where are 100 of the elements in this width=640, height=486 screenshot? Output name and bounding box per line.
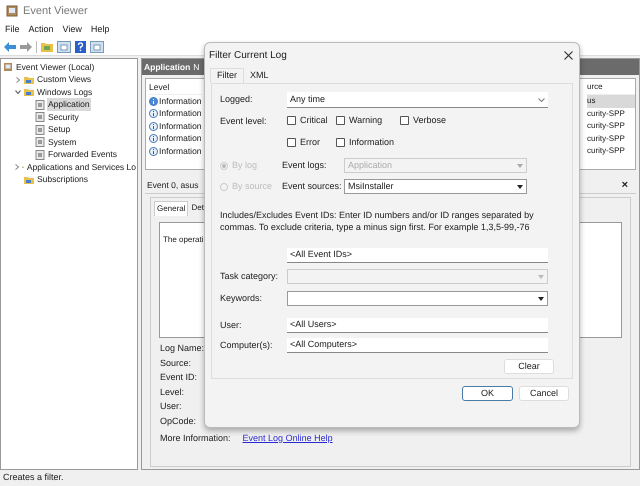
forward-arrow-icon[interactable] [20, 42, 32, 52]
dropdown-arrow-icon [517, 184, 523, 188]
tree-item[interactable]: System [47, 136, 78, 149]
computer-log-icon [3, 62, 13, 72]
cancel-button[interactable]: Cancel [519, 386, 569, 401]
pane-title: Application [144, 60, 190, 74]
tab[interactable]: Det [189, 201, 206, 216]
logged-dropdown[interactable]: Any time [287, 92, 548, 108]
log-icon [35, 112, 45, 122]
field-label: Event ID: [160, 371, 198, 384]
tree-item[interactable]: Subscriptions [36, 173, 90, 186]
table-cell[interactable]: us [587, 95, 635, 108]
checkbox-label: Information [349, 136, 394, 148]
column-header[interactable]: Level [149, 81, 202, 95]
info-icon [149, 109, 158, 118]
field-label: More Information: [160, 432, 231, 445]
tree-item[interactable]: Windows Logs [36, 86, 94, 99]
field-label: OpCode: [160, 414, 196, 428]
field-label: Task category: [220, 270, 280, 283]
checkbox-label: Warning [349, 114, 382, 127]
menu-item[interactable]: Help [88, 23, 112, 37]
ok-button[interactable]: OK [462, 386, 513, 401]
field-label: Level: [160, 386, 184, 398]
tree-item[interactable]: Applications and Services Lo [26, 160, 137, 174]
checkbox[interactable] [336, 116, 345, 126]
event-ids-field[interactable]: <All Event IDs> [287, 248, 548, 263]
window-title: Event Viewer [23, 4, 88, 19]
tab[interactable]: Filter [210, 68, 244, 83]
info-icon [149, 134, 158, 144]
info-icon [149, 122, 158, 131]
checkbox[interactable] [287, 138, 296, 147]
keywords-dropdown[interactable] [287, 291, 548, 306]
chevron-right-icon[interactable] [15, 76, 21, 83]
tree-item[interactable]: Setup [47, 123, 72, 136]
close-button[interactable]: × [622, 177, 628, 194]
log-icon [35, 137, 45, 148]
table-cell: Information [159, 132, 202, 146]
info-icon [149, 146, 158, 156]
tab[interactable]: General [154, 201, 188, 216]
tab[interactable]: XML [244, 68, 275, 83]
status-text: Creates a filter. [3, 471, 64, 484]
table-cell: Information [159, 144, 202, 158]
menu-item[interactable]: Action [26, 23, 57, 37]
app-icon [6, 5, 18, 17]
description-text: The operati [163, 235, 204, 244]
field-label: User: [220, 318, 243, 332]
field-label: Event level: [220, 115, 268, 128]
table-cell[interactable]: curity-SPP [587, 108, 635, 120]
log-icon [35, 150, 45, 160]
field-label: Event logs: [282, 158, 328, 172]
close-icon[interactable] [564, 50, 573, 60]
table-cell: Information [159, 120, 202, 133]
field-label: Log Name: [160, 342, 204, 355]
menu-item[interactable]: View [60, 23, 85, 37]
table-cell[interactable]: curity-SPP [587, 145, 635, 158]
radio-label: By log [232, 158, 258, 172]
chevron-down-icon [538, 98, 545, 102]
panel-icon[interactable] [90, 40, 104, 52]
dropdown-arrow-icon [517, 164, 523, 168]
tree-item[interactable]: Custom Views [36, 73, 92, 86]
tree-item[interactable]: Forwarded Events [47, 148, 118, 162]
log-icon [35, 100, 45, 110]
field-label: Computer(s): [220, 338, 274, 352]
dropdown-arrow-icon [538, 274, 544, 278]
checkbox[interactable] [400, 116, 409, 126]
dropdown-arrow-icon [538, 296, 544, 300]
table-cell[interactable]: curity-SPP [587, 120, 635, 132]
pane-title: Event 0, asus [147, 179, 199, 192]
help-link[interactable]: Event Log Online Help [242, 432, 333, 446]
checkbox-label: Verbose [413, 114, 446, 127]
menu-item[interactable]: File [2, 23, 23, 37]
dialog-title: Filter Current Log [209, 48, 287, 62]
clear-button[interactable]: Clear [504, 359, 554, 374]
checkbox[interactable] [336, 138, 345, 147]
field-label: Event sources: [282, 180, 343, 193]
chevron-right-icon[interactable] [14, 164, 20, 170]
log-icon [35, 124, 45, 135]
tree-item[interactable]: Application [47, 98, 91, 112]
panel-icon[interactable] [57, 40, 71, 52]
instruction-text: Includes/Excludes Event IDs: Enter ID numbers and/or ID ranges separated by commas. To exclude criteria, type a minus sign first. For example 1,3,5-99,-76 [220, 209, 535, 233]
pane-title: N [193, 60, 200, 74]
checkbox-label: Critical [300, 114, 328, 127]
field-label: Logged: [220, 93, 254, 106]
table-cell[interactable]: curity-SPP [587, 132, 635, 145]
radio-label: By source [232, 180, 272, 193]
table-cell: Information [159, 107, 202, 120]
user-field[interactable]: <All Users> [287, 318, 548, 333]
chevron-down-icon[interactable] [15, 89, 21, 96]
back-arrow-icon[interactable] [4, 42, 16, 52]
field-label: Source: [160, 356, 192, 370]
help-icon[interactable] [75, 40, 86, 52]
info-icon [149, 96, 158, 106]
field-label: User: [160, 400, 182, 413]
tree-item[interactable]: Security [47, 110, 80, 124]
table-cell: Information [159, 94, 202, 108]
checkbox-label: Error [300, 136, 320, 148]
checkbox[interactable] [287, 116, 296, 126]
computer-field[interactable]: <All Computers> [287, 338, 548, 353]
field-label: Keywords: [220, 292, 264, 305]
tree-item[interactable]: Event Viewer (Local) [15, 60, 96, 74]
